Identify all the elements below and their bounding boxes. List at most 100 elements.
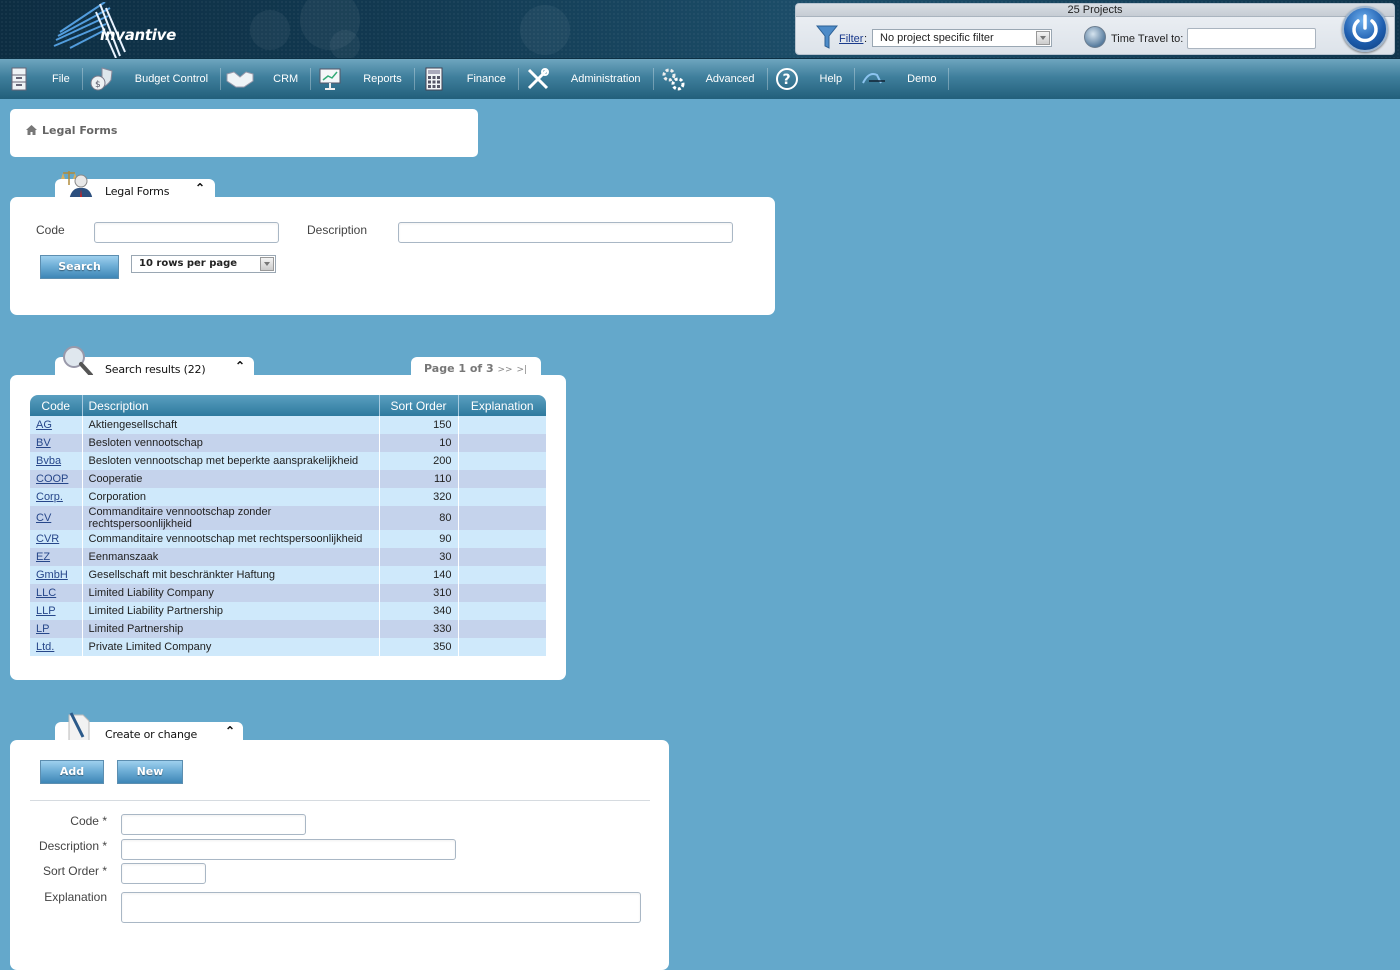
code-link[interactable]: Ltd. [36, 641, 54, 653]
column-header-description[interactable]: Description [82, 395, 380, 416]
filter-link[interactable]: Filter [839, 33, 863, 45]
table-row[interactable]: Ltd. Private Limited Company 350 [30, 638, 546, 656]
last-page-link[interactable]: >| [516, 365, 527, 375]
table-row[interactable]: COOP Cooperatie 110 [30, 470, 546, 488]
cell-code: AG [30, 416, 83, 434]
menu-demo[interactable]: Demo [855, 59, 948, 100]
code-link[interactable]: EZ [36, 551, 50, 563]
code-link[interactable]: GmbH [36, 569, 68, 581]
code-link[interactable]: LP [36, 623, 49, 635]
code-filter-input[interactable] [94, 222, 279, 243]
table-row[interactable]: AG Aktiengesellschaft 150 [30, 416, 546, 434]
logo-text: invantive [100, 26, 176, 44]
rows-per-page-select[interactable]: 10 rows per page [131, 255, 276, 273]
explanation-field[interactable] [121, 892, 641, 923]
cell-description: Limited Liability Partnership [82, 602, 380, 620]
collapse-chevron-icon[interactable]: ⌃ [235, 359, 245, 373]
table-row[interactable]: EZ Eenmanszaak 30 [30, 548, 546, 566]
project-selector-box: 25 Projects Filter : No project specific… [795, 3, 1395, 55]
column-header-explanation[interactable]: Explanation [458, 395, 546, 416]
collapse-chevron-icon[interactable]: ⌃ [195, 181, 205, 195]
table-row[interactable]: BV Besloten vennootschap 10 [30, 434, 546, 452]
menu-help-label: Help [819, 73, 843, 85]
menu-finance-label: Finance [466, 73, 506, 85]
code-link[interactable]: CVR [36, 533, 59, 545]
cell-description: Cooperatie [82, 470, 380, 488]
cell-explanation [458, 566, 546, 584]
cell-sort-order: 330 [379, 620, 459, 638]
table-row[interactable]: LP Limited Partnership 330 [30, 620, 546, 638]
code-link[interactable]: LLP [36, 605, 56, 617]
cell-sort-order: 310 [379, 584, 459, 602]
menu-reports[interactable]: Reports [311, 59, 414, 100]
breadcrumb-current: Legal Forms [42, 124, 118, 137]
menu-administration[interactable]: Administration [519, 59, 653, 100]
code-link[interactable]: AG [36, 419, 52, 431]
cell-sort-order: 10 [379, 434, 459, 452]
new-button[interactable]: New [117, 760, 183, 784]
search-panel: Code Description [10, 197, 775, 315]
project-filter-select[interactable]: No project specific filter [872, 29, 1052, 47]
table-row[interactable]: Corp. Corporation 320 [30, 488, 546, 506]
table-row[interactable]: GmbH Gesellschaft mit beschränkter Haftun… [30, 566, 546, 584]
add-button[interactable]: Add [40, 760, 104, 784]
description-filter-input[interactable] [398, 222, 733, 243]
code-field[interactable] [121, 814, 306, 835]
table-row[interactable]: Bvba Besloten vennootschap met beperkte a… [30, 452, 546, 470]
code-link[interactable]: BV [36, 437, 51, 449]
code-link[interactable]: Bvba [36, 455, 61, 467]
code-field-label: Code * [70, 814, 107, 828]
logout-power-button[interactable] [1342, 6, 1388, 52]
menu-help[interactable]: ? Help [768, 59, 855, 100]
column-header-sort-order[interactable]: Sort Order [379, 395, 459, 416]
app-header: invantive 25 Projects Filter : No projec… [0, 0, 1400, 60]
sort-order-field[interactable] [121, 863, 206, 884]
cell-explanation [458, 416, 546, 434]
cell-description: Commanditaire vennootschap met rechtsper… [82, 530, 380, 548]
time-travel-input[interactable] [1187, 28, 1316, 49]
column-header-code[interactable]: Code [30, 395, 83, 416]
home-icon[interactable] [26, 125, 37, 138]
cell-description: Besloten vennootschap [82, 434, 380, 452]
search-button[interactable]: Search [40, 255, 119, 279]
cell-sort-order: 80 [379, 506, 459, 530]
page-indicator: Page 1 of 3 [424, 362, 494, 375]
code-link[interactable]: Corp. [36, 491, 63, 503]
project-count[interactable]: 25 Projects [796, 4, 1394, 17]
cell-description: Besloten vennootschap met beperkte aansp… [82, 452, 380, 470]
code-link[interactable]: LLC [36, 587, 56, 599]
menu-finance[interactable]: Finance [415, 59, 518, 100]
chevron-down-icon[interactable] [260, 257, 274, 271]
code-link[interactable]: CV [36, 512, 51, 524]
cell-sort-order: 110 [379, 470, 459, 488]
cell-description: Commanditaire vennootschap zonder rechts… [82, 506, 380, 530]
invantive-logo[interactable]: invantive [30, 1, 176, 59]
menu-demo-label: Demo [907, 73, 937, 85]
cell-code: Corp. [30, 488, 83, 506]
menu-budget-control[interactable]: $ Budget Control [83, 59, 220, 100]
table-row[interactable]: CV Commanditaire vennootschap zonder rech… [30, 506, 546, 530]
table-row[interactable]: LLP Limited Liability Partnership 340 [30, 602, 546, 620]
cell-code: Ltd. [30, 638, 83, 656]
menu-file[interactable]: File [0, 59, 82, 100]
table-row[interactable]: LLC Limited Liability Company 310 [30, 584, 546, 602]
header-bubble [520, 5, 570, 55]
menu-crm[interactable]: CRM [221, 59, 310, 100]
code-link[interactable]: COOP [36, 473, 68, 485]
next-page-link[interactable]: >> [498, 365, 513, 375]
cell-explanation [458, 584, 546, 602]
table-row[interactable]: CVR Commanditaire vennootschap met rechts… [30, 530, 546, 548]
menu-administration-label: Administration [570, 73, 641, 85]
description-field[interactable] [121, 839, 456, 860]
cell-code: CV [30, 506, 83, 530]
cell-explanation [458, 470, 546, 488]
menu-advanced[interactable]: Advanced [654, 59, 767, 100]
handshake-icon [225, 64, 255, 94]
wrench-screwdriver-icon [523, 64, 553, 94]
cell-explanation [458, 530, 546, 548]
collapse-chevron-icon[interactable]: ⌃ [225, 724, 235, 738]
cell-sort-order: 320 [379, 488, 459, 506]
cell-description: Gesellschaft mit beschränkter Haftung [82, 566, 380, 584]
chevron-down-icon[interactable] [1036, 31, 1050, 45]
menu-budget-control-label: Budget Control [134, 73, 209, 85]
